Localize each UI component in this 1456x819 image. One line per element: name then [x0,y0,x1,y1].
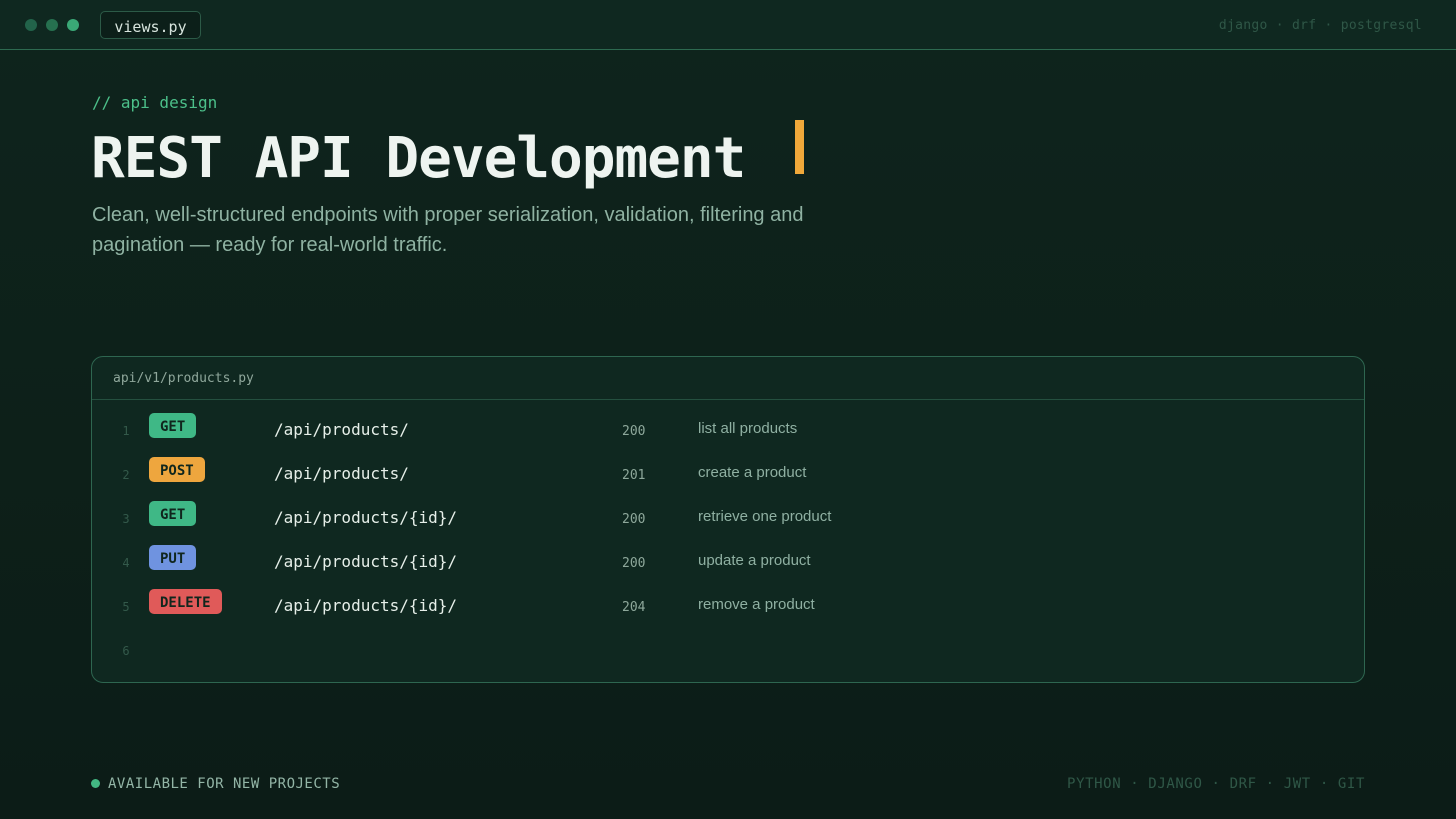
status-code: 201 [622,468,646,483]
line-number: 5 [122,600,130,614]
window-dot-maximize[interactable] [67,19,79,31]
cursor-caret [795,120,804,174]
method-badge: DELETE [149,589,222,614]
status-dot [91,779,100,788]
method-badge: PUT [149,545,197,570]
tech-stack-label: django · drf · postgresql [1218,18,1422,33]
endpoint-path: /api/products/ [274,420,409,439]
status-code: 200 [622,424,646,439]
line-number: 1 [122,424,130,438]
endpoint-description: remove a product [698,596,815,613]
endpoint-row[interactable]: 3 GET/api/products/{id}/ 200 retrieve one p… [92,488,1364,532]
endpoint-row[interactable]: 2 POST/api/products/201 create a product [92,444,1364,488]
endpoint-row[interactable]: 1 GET/api/products/200 list all products [92,400,1364,444]
page-title: REST API Development [91,126,746,191]
method-badge: POST [149,457,205,482]
section-eyebrow: // api design [92,93,218,112]
line-number: 3 [122,512,130,526]
status-code: 200 [622,512,646,527]
endpoint-path: /api/products/{id}/ [274,596,458,615]
method-badge: GET [149,501,197,526]
line-number: 4 [122,556,130,570]
endpoint-description: retrieve one product [698,508,832,525]
endpoint-panel: api/v1/products.py 1 GET/api/products/200… [91,356,1365,683]
endpoint-path: /api/products/{id}/ [274,508,458,527]
window-dot-minimize[interactable] [46,19,58,31]
file-tab[interactable]: views.py [100,11,201,39]
footer-tech-list: PYTHON · DJANGO · DRF · JWT · GIT [1067,776,1365,792]
endpoint-row[interactable]: 4 PUT/api/products/{id}/ 200 update a produ… [92,532,1364,576]
status-code: 200 [622,556,646,571]
status-code: 204 [622,600,646,615]
line-number: 2 [122,468,130,482]
endpoint-row[interactable]: 5 DELETE/api/products/{id}/ 204 remove a pr… [92,576,1364,620]
endpoint-description: list all products [698,420,798,437]
endpoint-description: create a product [698,464,807,481]
line-number: 6 [122,644,130,658]
endpoint-path: /api/products/ [274,464,409,483]
endpoint-path: /api/products/{id}/ [274,552,458,571]
availability-status: AVAILABLE FOR NEW PROJECTS [108,776,341,792]
empty-code-line: 6 [92,620,1364,664]
window-dot-close[interactable] [25,19,37,31]
method-badge: GET [149,413,197,438]
window-titlebar: views.py django · drf · postgresql [0,0,1456,50]
endpoint-description: update a product [698,552,811,569]
page-subtitle: Clean, well-structured endpoints with pr… [92,204,804,256]
panel-filename: api/v1/products.py [92,357,1364,400]
